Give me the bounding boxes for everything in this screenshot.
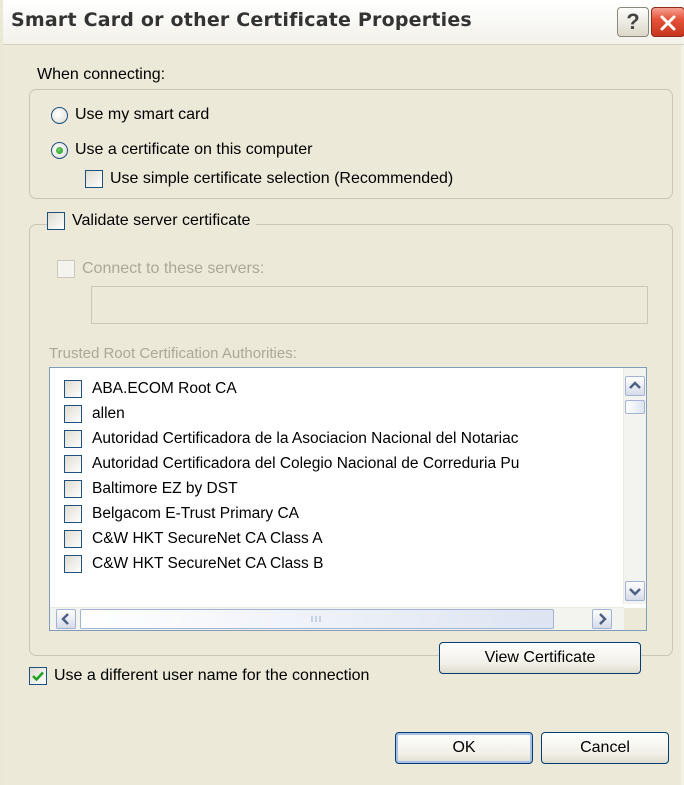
different-user-label: Use a different user name for the connec… [54,667,370,684]
cancel-button[interactable]: Cancel [541,732,669,764]
ok-button[interactable]: OK [395,732,533,764]
scroll-right-button[interactable] [592,609,612,629]
when-connecting-legend: When connecting: [33,66,170,84]
chevron-down-icon [629,588,641,596]
checkmark-icon [32,671,44,682]
title-bar[interactable]: Smart Card or other Certificate Properti… [3,0,684,45]
authority-list-item[interactable]: allen [50,401,125,426]
use-certificate-radio[interactable] [51,141,68,159]
grip-icon [311,616,321,622]
vertical-scrollbar[interactable] [623,368,646,604]
authority-name: C&W HKT SecureNet CA Class A [92,529,323,547]
close-icon [660,15,676,31]
different-user-checkbox[interactable] [29,667,47,685]
use-certificate-option[interactable]: Use a certificate on this computer [51,141,312,159]
view-certificate-button[interactable]: View Certificate [439,642,641,674]
chevron-left-icon [61,613,69,625]
use-smart-card-radio[interactable] [51,106,68,124]
validate-server-checkbox[interactable] [47,212,65,230]
authority-list-item[interactable]: C&W HKT SecureNet CA Class A [50,526,323,551]
trusted-root-list[interactable]: ABA.ECOM Root CA allen Autoridad Certifica… [49,367,647,631]
authority-checkbox[interactable] [64,429,82,448]
use-smart-card-label: Use my smart card [75,106,210,123]
certificate-properties-dialog: Smart Card or other Certificate Properti… [0,0,684,785]
authority-name: allen [92,404,125,422]
trusted-root-label: Trusted Root Certification Authorities: [49,345,297,362]
chevron-up-icon [629,381,641,389]
chevron-right-icon [599,613,607,625]
validate-server-option[interactable]: Validate server certificate [47,212,257,230]
authority-checkbox[interactable] [64,404,82,423]
servers-input [91,286,648,324]
authority-name: Autoridad Certificadora del Colegio Naci… [92,454,520,472]
help-icon: ? [626,9,640,34]
authority-list-item[interactable]: Autoridad Certificadora de la Asociacion… [50,426,519,451]
scroll-down-button[interactable] [625,581,645,601]
authority-name: C&W HKT SecureNet CA Class B [92,554,324,572]
authority-checkbox[interactable] [64,554,82,573]
vertical-scroll-thumb[interactable] [625,400,645,414]
connect-servers-label: Connect to these servers: [82,260,265,277]
connect-servers-checkbox [57,260,75,278]
connect-servers-option: Connect to these servers: [57,260,264,278]
simple-selection-option[interactable]: Use simple certificate selection (Recomm… [85,170,453,188]
authority-checkbox[interactable] [64,529,82,548]
authority-list-item[interactable]: Belgacom E-Trust Primary CA [50,501,299,526]
simple-selection-label: Use simple certificate selection (Recomm… [110,170,454,187]
window-title: Smart Card or other Certificate Properti… [11,9,472,31]
authority-checkbox[interactable] [64,504,82,523]
simple-selection-checkbox[interactable] [85,170,103,188]
scrollbar-corner [624,608,646,630]
help-button[interactable]: ? [617,7,649,37]
authority-checkbox[interactable] [64,479,82,498]
horizontal-scroll-thumb[interactable] [80,609,554,629]
scroll-left-button[interactable] [56,609,76,629]
authority-name: Belgacom E-Trust Primary CA [92,504,299,522]
validate-server-label: Validate server certificate [72,212,251,229]
close-button[interactable] [651,7,684,37]
use-certificate-label: Use a certificate on this computer [75,141,313,158]
different-user-option[interactable]: Use a different user name for the connec… [29,667,369,685]
scroll-up-button[interactable] [625,376,645,396]
authority-name: Autoridad Certificadora de la Asociacion… [92,429,519,447]
authority-list-item[interactable]: ABA.ECOM Root CA [50,376,237,401]
authority-list-item[interactable]: Autoridad Certificadora del Colegio Naci… [50,451,519,476]
use-smart-card-option[interactable]: Use my smart card [51,106,209,124]
horizontal-scrollbar[interactable] [50,607,624,630]
authority-checkbox[interactable] [64,379,82,398]
authority-list-item[interactable]: Baltimore EZ by DST [50,476,238,501]
authority-name: ABA.ECOM Root CA [92,379,237,397]
authority-list-item[interactable]: C&W HKT SecureNet CA Class B [50,551,323,576]
authority-checkbox[interactable] [64,454,82,473]
authority-name: Baltimore EZ by DST [92,479,238,497]
